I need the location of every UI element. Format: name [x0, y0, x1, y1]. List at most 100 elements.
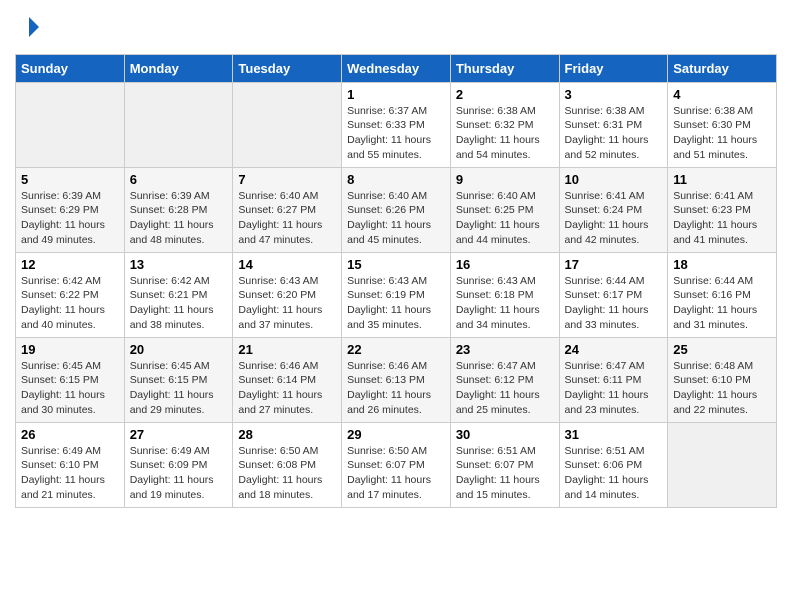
- calendar-cell: 8 Sunrise: 6:40 AM Sunset: 6:26 PM Dayli…: [342, 167, 451, 252]
- day-number: 14: [238, 257, 336, 272]
- day-info: Sunrise: 6:44 AM Sunset: 6:17 PM Dayligh…: [565, 274, 663, 333]
- sunrise-label: Sunrise: 6:46 AM: [347, 360, 427, 372]
- sunrise-label: Sunrise: 6:45 AM: [130, 360, 210, 372]
- sunrise-label: Sunrise: 6:43 AM: [456, 275, 536, 287]
- day-info: Sunrise: 6:42 AM Sunset: 6:22 PM Dayligh…: [21, 274, 119, 333]
- day-info: Sunrise: 6:48 AM Sunset: 6:10 PM Dayligh…: [673, 359, 771, 418]
- calendar-cell: 18 Sunrise: 6:44 AM Sunset: 6:16 PM Dayl…: [668, 252, 777, 337]
- day-info: Sunrise: 6:38 AM Sunset: 6:31 PM Dayligh…: [565, 104, 663, 163]
- day-number: 20: [130, 342, 228, 357]
- day-number: 23: [456, 342, 554, 357]
- day-number: 7: [238, 172, 336, 187]
- daylight-label: Daylight: 11 hours and 41 minutes.: [673, 219, 757, 246]
- sunset-label: Sunset: 6:23 PM: [673, 204, 751, 216]
- calendar-cell: 22 Sunrise: 6:46 AM Sunset: 6:13 PM Dayl…: [342, 337, 451, 422]
- day-number: 8: [347, 172, 445, 187]
- sunrise-label: Sunrise: 6:46 AM: [238, 360, 318, 372]
- daylight-label: Daylight: 11 hours and 38 minutes.: [130, 304, 214, 331]
- calendar-cell: 6 Sunrise: 6:39 AM Sunset: 6:28 PM Dayli…: [124, 167, 233, 252]
- day-number: 26: [21, 427, 119, 442]
- day-info: Sunrise: 6:47 AM Sunset: 6:11 PM Dayligh…: [565, 359, 663, 418]
- day-info: Sunrise: 6:40 AM Sunset: 6:27 PM Dayligh…: [238, 189, 336, 248]
- sunrise-label: Sunrise: 6:51 AM: [456, 445, 536, 457]
- day-info: Sunrise: 6:40 AM Sunset: 6:26 PM Dayligh…: [347, 189, 445, 248]
- sunrise-label: Sunrise: 6:38 AM: [565, 105, 645, 117]
- day-info: Sunrise: 6:46 AM Sunset: 6:14 PM Dayligh…: [238, 359, 336, 418]
- sunset-label: Sunset: 6:10 PM: [21, 459, 99, 471]
- day-number: 6: [130, 172, 228, 187]
- day-number: 24: [565, 342, 663, 357]
- sunrise-label: Sunrise: 6:47 AM: [456, 360, 536, 372]
- day-info: Sunrise: 6:42 AM Sunset: 6:21 PM Dayligh…: [130, 274, 228, 333]
- sunrise-label: Sunrise: 6:40 AM: [347, 190, 427, 202]
- day-number: 17: [565, 257, 663, 272]
- sunrise-label: Sunrise: 6:40 AM: [456, 190, 536, 202]
- calendar-cell: [16, 82, 125, 167]
- daylight-label: Daylight: 11 hours and 19 minutes.: [130, 474, 214, 501]
- sunset-label: Sunset: 6:26 PM: [347, 204, 425, 216]
- sunset-label: Sunset: 6:07 PM: [456, 459, 534, 471]
- day-number: 11: [673, 172, 771, 187]
- sunrise-label: Sunrise: 6:37 AM: [347, 105, 427, 117]
- day-info: Sunrise: 6:40 AM Sunset: 6:25 PM Dayligh…: [456, 189, 554, 248]
- daylight-label: Daylight: 11 hours and 40 minutes.: [21, 304, 105, 331]
- day-header-saturday: Saturday: [668, 54, 777, 82]
- day-number: 15: [347, 257, 445, 272]
- day-info: Sunrise: 6:41 AM Sunset: 6:23 PM Dayligh…: [673, 189, 771, 248]
- sunset-label: Sunset: 6:22 PM: [21, 289, 99, 301]
- calendar-week-row: 1 Sunrise: 6:37 AM Sunset: 6:33 PM Dayli…: [16, 82, 777, 167]
- day-number: 5: [21, 172, 119, 187]
- day-number: 22: [347, 342, 445, 357]
- calendar-cell: 30 Sunrise: 6:51 AM Sunset: 6:07 PM Dayl…: [450, 422, 559, 507]
- day-info: Sunrise: 6:45 AM Sunset: 6:15 PM Dayligh…: [21, 359, 119, 418]
- daylight-label: Daylight: 11 hours and 26 minutes.: [347, 389, 431, 416]
- sunset-label: Sunset: 6:18 PM: [456, 289, 534, 301]
- day-info: Sunrise: 6:43 AM Sunset: 6:20 PM Dayligh…: [238, 274, 336, 333]
- sunrise-label: Sunrise: 6:43 AM: [238, 275, 318, 287]
- sunset-label: Sunset: 6:24 PM: [565, 204, 643, 216]
- calendar-cell: 24 Sunrise: 6:47 AM Sunset: 6:11 PM Dayl…: [559, 337, 668, 422]
- sunset-label: Sunset: 6:21 PM: [130, 289, 208, 301]
- calendar-cell: 9 Sunrise: 6:40 AM Sunset: 6:25 PM Dayli…: [450, 167, 559, 252]
- sunset-label: Sunset: 6:20 PM: [238, 289, 316, 301]
- day-info: Sunrise: 6:39 AM Sunset: 6:28 PM Dayligh…: [130, 189, 228, 248]
- sunrise-label: Sunrise: 6:51 AM: [565, 445, 645, 457]
- sunrise-label: Sunrise: 6:42 AM: [130, 275, 210, 287]
- sunset-label: Sunset: 6:16 PM: [673, 289, 751, 301]
- sunrise-label: Sunrise: 6:38 AM: [673, 105, 753, 117]
- day-info: Sunrise: 6:50 AM Sunset: 6:07 PM Dayligh…: [347, 444, 445, 503]
- day-info: Sunrise: 6:39 AM Sunset: 6:29 PM Dayligh…: [21, 189, 119, 248]
- calendar-cell: 23 Sunrise: 6:47 AM Sunset: 6:12 PM Dayl…: [450, 337, 559, 422]
- sunset-label: Sunset: 6:31 PM: [565, 119, 643, 131]
- sunset-label: Sunset: 6:15 PM: [130, 374, 208, 386]
- sunrise-label: Sunrise: 6:50 AM: [347, 445, 427, 457]
- daylight-label: Daylight: 11 hours and 17 minutes.: [347, 474, 431, 501]
- calendar-cell: 20 Sunrise: 6:45 AM Sunset: 6:15 PM Dayl…: [124, 337, 233, 422]
- logo-icon: [17, 15, 41, 39]
- day-info: Sunrise: 6:38 AM Sunset: 6:30 PM Dayligh…: [673, 104, 771, 163]
- day-number: 25: [673, 342, 771, 357]
- day-info: Sunrise: 6:44 AM Sunset: 6:16 PM Dayligh…: [673, 274, 771, 333]
- daylight-label: Daylight: 11 hours and 47 minutes.: [238, 219, 322, 246]
- sunrise-label: Sunrise: 6:38 AM: [456, 105, 536, 117]
- sunset-label: Sunset: 6:25 PM: [456, 204, 534, 216]
- daylight-label: Daylight: 11 hours and 14 minutes.: [565, 474, 649, 501]
- day-info: Sunrise: 6:37 AM Sunset: 6:33 PM Dayligh…: [347, 104, 445, 163]
- calendar-week-row: 26 Sunrise: 6:49 AM Sunset: 6:10 PM Dayl…: [16, 422, 777, 507]
- day-number: 19: [21, 342, 119, 357]
- day-number: 13: [130, 257, 228, 272]
- calendar-cell: 17 Sunrise: 6:44 AM Sunset: 6:17 PM Dayl…: [559, 252, 668, 337]
- day-info: Sunrise: 6:43 AM Sunset: 6:18 PM Dayligh…: [456, 274, 554, 333]
- day-number: 21: [238, 342, 336, 357]
- day-info: Sunrise: 6:51 AM Sunset: 6:06 PM Dayligh…: [565, 444, 663, 503]
- sunrise-label: Sunrise: 6:41 AM: [565, 190, 645, 202]
- day-info: Sunrise: 6:49 AM Sunset: 6:10 PM Dayligh…: [21, 444, 119, 503]
- sunrise-label: Sunrise: 6:47 AM: [565, 360, 645, 372]
- daylight-label: Daylight: 11 hours and 48 minutes.: [130, 219, 214, 246]
- calendar-cell: 26 Sunrise: 6:49 AM Sunset: 6:10 PM Dayl…: [16, 422, 125, 507]
- calendar-cell: 21 Sunrise: 6:46 AM Sunset: 6:14 PM Dayl…: [233, 337, 342, 422]
- page-header: [15, 15, 777, 44]
- day-header-monday: Monday: [124, 54, 233, 82]
- sunset-label: Sunset: 6:28 PM: [130, 204, 208, 216]
- sunrise-label: Sunrise: 6:44 AM: [565, 275, 645, 287]
